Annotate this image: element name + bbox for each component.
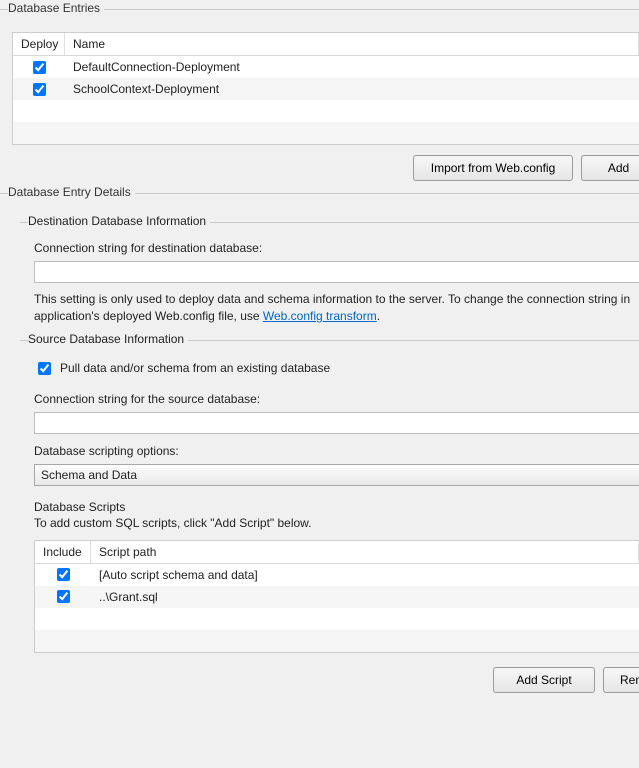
table-row[interactable]: [13, 100, 639, 122]
deploy-checkbox[interactable]: [33, 83, 46, 96]
table-row[interactable]: SchoolContext-Deployment: [13, 78, 639, 100]
scripts-table: Include Script path [Auto script schema …: [34, 540, 639, 653]
deploy-checkbox[interactable]: [33, 61, 46, 74]
database-scripts-help: To add custom SQL scripts, click "Add Sc…: [34, 516, 639, 530]
table-row[interactable]: [Auto script schema and data]: [35, 564, 639, 586]
add-script-button[interactable]: Add Script: [493, 667, 595, 693]
include-checkbox[interactable]: [57, 568, 70, 581]
table-row[interactable]: [13, 122, 639, 144]
script-path: ..\Grant.sql: [91, 590, 639, 604]
source-connection-string-input[interactable]: [34, 412, 639, 434]
entry-name: SchoolContext-Deployment: [65, 82, 639, 96]
scripting-options-label: Database scripting options:: [34, 444, 639, 458]
dest-help-suffix: .: [377, 309, 380, 323]
script-path: [Auto script schema and data]: [91, 568, 639, 582]
source-conn-label: Connection string for the source databas…: [34, 392, 639, 406]
remove-script-button[interactable]: Rem: [603, 667, 639, 693]
import-from-webconfig-button[interactable]: Import from Web.config: [413, 155, 573, 181]
table-row[interactable]: ..\Grant.sql: [35, 586, 639, 608]
dest-connection-string-input[interactable]: [34, 261, 639, 283]
source-db-group-label: Source Database Information: [28, 332, 188, 346]
scripting-options-dropdown[interactable]: Schema and Data: [34, 464, 639, 486]
webconfig-transform-link[interactable]: Web.config transform: [263, 309, 377, 323]
database-scripts-label: Database Scripts: [34, 500, 639, 514]
dest-conn-label: Connection string for destination databa…: [34, 241, 639, 255]
table-row[interactable]: [35, 608, 639, 630]
include-checkbox[interactable]: [57, 590, 70, 603]
scripting-options-value: Schema and Data: [41, 468, 137, 482]
destination-db-group-label: Destination Database Information: [28, 214, 210, 228]
scripts-table-header: Include Script path: [35, 541, 639, 564]
entries-col-name[interactable]: Name: [65, 33, 639, 55]
database-entry-details-group-label: Database Entry Details: [8, 185, 135, 199]
table-row[interactable]: DefaultConnection-Deployment: [13, 56, 639, 78]
table-row[interactable]: [35, 630, 639, 652]
scripts-col-include[interactable]: Include: [35, 541, 91, 563]
pull-data-label: Pull data and/or schema from an existing…: [60, 361, 330, 375]
database-entries-group-label: Database Entries: [8, 1, 104, 15]
add-entry-button[interactable]: Add: [581, 155, 639, 181]
entries-col-deploy[interactable]: Deploy: [13, 33, 65, 55]
entries-table: Deploy Name DefaultConnection-Deployment…: [12, 32, 639, 145]
entries-table-header: Deploy Name: [13, 33, 639, 56]
pull-data-checkbox[interactable]: [38, 362, 51, 375]
scripts-col-path[interactable]: Script path: [91, 541, 639, 563]
entry-name: DefaultConnection-Deployment: [65, 60, 639, 74]
dest-help-text: This setting is only used to deploy data…: [34, 291, 639, 326]
